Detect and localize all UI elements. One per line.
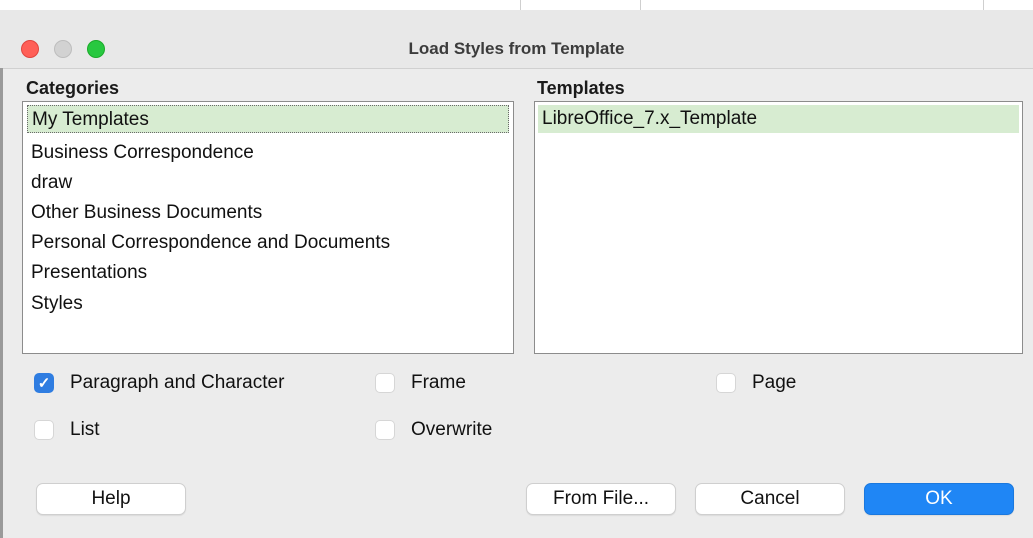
from-file-button[interactable]: From File... [526,483,676,515]
window-title: Load Styles from Template [408,39,625,58]
frame-label: Frame [411,372,466,393]
list-label: List [70,419,100,440]
strip-divider [983,0,984,10]
strip-divider [520,0,521,10]
help-button[interactable]: Help [36,483,186,515]
cancel-button[interactable]: Cancel [695,483,845,515]
page-option[interactable]: Page [716,371,796,395]
ok-button[interactable]: OK [864,483,1014,515]
paragraph-and-character-checkbox[interactable]: ✓ [34,373,54,393]
paragraph-and-character-label: Paragraph and Character [70,372,285,393]
background-window-strip [0,0,1033,10]
strip-divider [640,0,641,10]
category-item-styles[interactable]: Styles [27,290,509,318]
template-item-libreoffice-7x[interactable]: LibreOffice_7.x_Template [538,105,1019,133]
page-checkbox[interactable] [716,373,736,393]
category-item-presentations[interactable]: Presentations [27,259,509,287]
categories-listbox[interactable]: My Templates Business Correspondence dra… [22,101,514,354]
categories-label: Categories [26,78,120,98]
templates-label: Templates [537,78,625,98]
category-item-business-correspondence[interactable]: Business Correspondence [27,139,509,167]
frame-checkbox[interactable] [375,373,395,393]
page-label: Page [752,372,797,393]
category-item-other-business-documents[interactable]: Other Business Documents [27,199,509,227]
list-checkbox[interactable] [34,420,54,440]
templates-listbox[interactable]: LibreOffice_7.x_Template [534,101,1023,354]
category-item-personal-correspondence[interactable]: Personal Correspondence and Documents [27,229,509,257]
category-item-draw[interactable]: draw [27,169,509,197]
category-item-my-templates[interactable]: My Templates [27,105,509,133]
overwrite-option[interactable]: Overwrite [375,418,492,442]
window-edge [0,68,3,538]
frame-option[interactable]: Frame [375,371,466,395]
overwrite-label: Overwrite [411,419,493,440]
list-option[interactable]: List [34,418,100,442]
title-bar: Load Styles from Template [0,10,1033,69]
paragraph-and-character-option[interactable]: ✓ Paragraph and Character [34,371,284,395]
load-styles-dialog: Load Styles from Template Categories My … [0,0,1033,538]
overwrite-checkbox[interactable] [375,420,395,440]
